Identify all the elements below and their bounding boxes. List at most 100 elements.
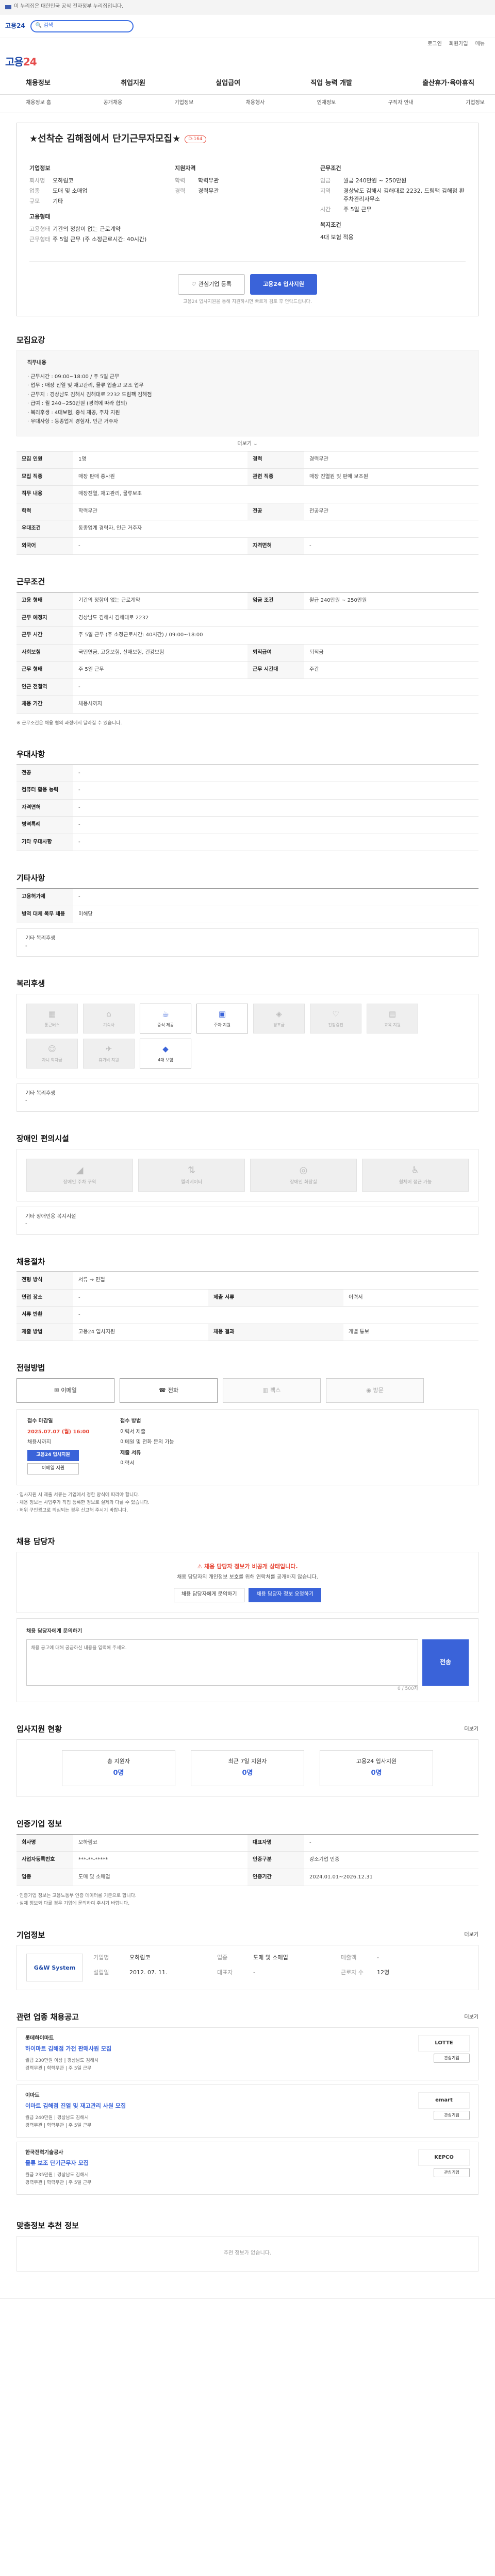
fax-icon: ▥ <box>262 1387 269 1394</box>
scrap-tag[interactable]: 관심기업 <box>434 2111 470 2121</box>
corp-field: 업종 도매 및 소매업 <box>217 1954 288 1961</box>
sub-nav-item[interactable]: 기업정보 <box>175 99 194 107</box>
toilet-icon: ◎ <box>299 1164 308 1176</box>
alert-icon: ⚠ <box>197 1563 205 1570</box>
facility-item: ◎ 장애인 화장실 <box>250 1158 357 1192</box>
stat-card: 고용24 입사지원 0명 <box>320 1750 433 1786</box>
shield-icon: ◆ <box>162 1044 169 1054</box>
sub-nav-item[interactable]: 구직자 안내 <box>388 99 414 107</box>
company-heading: 기업정보 <box>29 165 51 172</box>
child-icon: ☺ <box>48 1044 56 1054</box>
table-row: 회사명 오하림코 대표자명 - <box>16 1834 478 1852</box>
more-link[interactable]: 더보기 <box>464 1931 478 1939</box>
facility-item: ♿ 휠체어 접근 가능 <box>362 1158 469 1192</box>
manager-section: 채용 담당자 ⚠ 채용 담당자 정보가 비공개 상태입니다. 채용 담당자의 개… <box>16 1536 478 1705</box>
header-logo[interactable]: 고용24 <box>5 22 25 30</box>
disab-section: 장애인 편의시설 ◢ 장애인 주차 구역 ⇅ 엘리베이터 ◎ 장애인 화장실 ♿ 휠체어 접근… <box>16 1133 478 1238</box>
search-input[interactable]: 🔍 검색 <box>30 20 134 32</box>
table-row: 모집 인원 1명 경력 경력무관 <box>16 451 478 469</box>
scrap-button[interactable]: ♡ 관심기업 등록 <box>178 274 245 295</box>
apply-method-button[interactable]: ☎ 전화 <box>120 1378 218 1403</box>
sub-nav-item[interactable]: 인재정보 <box>317 99 336 107</box>
requirements-table: 모집 인원 1명 경력 경력무관 모집 직종 매장 판매 종사원 관련 직종 매장 진열원 및… <box>16 451 478 555</box>
login-link[interactable]: 로그인 <box>427 41 442 48</box>
nav-item[interactable]: 직업 능력 개발 <box>310 79 352 89</box>
chevron-down-icon: ⌄ <box>253 440 258 447</box>
car-icon: ▣ <box>218 1009 226 1019</box>
table-row: 전형 방식 서류 → 면접 <box>16 1272 478 1290</box>
email-apply-button[interactable]: 이메일 지원 <box>27 1463 79 1475</box>
apply-24-button[interactable]: 고용24 입사지원 <box>27 1449 79 1461</box>
scrap-tag[interactable]: 관심기업 <box>434 2168 470 2178</box>
book-icon: ▤ <box>388 1009 397 1019</box>
table-row: 우대조건 동종업계 경력자, 인근 거주자 <box>16 520 478 538</box>
nav-item[interactable]: 채용정보 <box>26 79 51 89</box>
plane-icon: ✈ <box>105 1044 112 1054</box>
home-icon: ⌂ <box>106 1009 111 1019</box>
apply-method-button[interactable]: ▥ 팩스 <box>223 1378 321 1403</box>
send-button[interactable]: 전송 <box>422 1639 469 1686</box>
elevator-icon: ⇅ <box>187 1164 196 1176</box>
apply-section: 전형방법 ✉ 이메일 ☎ 전화 ▥ 팩스 ◉ 방문 접수 마감일 2025.07.07 (월)… <box>16 1363 478 1518</box>
table-row: 근무 시간 주 5일 근무 (주 소정근로시간: 40시간) / 09:00~18… <box>16 626 478 645</box>
benefit-item: ◈ 경조금 <box>253 1003 305 1033</box>
table-row: 고용 형태 기간의 정함이 없는 근로계약 임금 조건 월급 240만원 ~ 250만… <box>16 592 478 610</box>
nav-item[interactable]: 취업지원 <box>121 79 145 89</box>
wheelchair-icon: ♿ <box>411 1164 420 1176</box>
table-row: 서류 반환 - <box>16 1306 478 1324</box>
cert-table: 회사명 오하림코 대표자명 - 사업자등록번호 ***-**-***** 인증구분 강소기업 … <box>16 1834 478 1887</box>
table-row: 기타 우대사항 - <box>16 834 478 852</box>
cup-icon: ☕ <box>162 1009 169 1019</box>
more-link[interactable]: 더보기 <box>464 1726 478 1734</box>
table-row: 면접 장소 - 제출 서류 이력서 <box>16 1289 478 1307</box>
qual-heading: 지원자격 <box>175 165 196 172</box>
gift-icon: ◈ <box>276 1009 282 1019</box>
sub-nav-item[interactable]: 채용정보 홈 <box>26 99 51 107</box>
job-card[interactable]: 한국전력기술공사 물류 보조 단기근무자 모집 월급 235만원 | 경상남도 김해… <box>16 2142 478 2195</box>
apply-method-button[interactable]: ◉ 방문 <box>326 1378 424 1403</box>
table-row: 외국어 - 자격면허 - <box>16 537 478 555</box>
visit-icon: ◉ <box>366 1387 371 1394</box>
table-row: 모집 직종 매장 판매 종사원 관련 직종 매장 진열원 및 판매 보조원 <box>16 468 478 486</box>
extra-table: 전공 - 컴퓨터 활용 능력 - 자격면허 - 병역특례 - 기타 우대사항 - <box>16 764 478 852</box>
table-row: 사업자등록번호 ***-**-***** 인증구분 강소기업 인증 <box>16 1851 478 1869</box>
table-row: 고용허가제 - <box>16 888 478 906</box>
table-row: 학력 학력무관 전공 전공무관 <box>16 503 478 521</box>
sub-nav-item[interactable]: 채용행사 <box>246 99 265 107</box>
menu-link[interactable]: 메뉴 <box>475 41 485 48</box>
main-logo[interactable]: 고용24 <box>0 50 495 73</box>
sub-nav-item[interactable]: 공개채용 <box>103 99 122 107</box>
nav-item[interactable]: 실업급여 <box>216 79 240 89</box>
benefit-item: ▣ 주차 지원 <box>196 1003 248 1033</box>
heart-icon: ♡ <box>332 1009 339 1019</box>
phone-icon: ☎ <box>159 1387 166 1394</box>
table-row: 업종 도매 및 소매업 인증기간 2024.01.01~2026.12.31 <box>16 1869 478 1887</box>
request-button[interactable]: 채용 담당자 정보 요청하기 <box>249 1587 322 1602</box>
top-header: 고용24 🔍 검색 <box>0 14 495 38</box>
benefit-item: ▦ 통근버스 <box>26 1003 78 1033</box>
inquiry-textarea[interactable] <box>26 1639 418 1686</box>
nav-item[interactable]: 출산휴가·육아휴직 <box>422 79 474 89</box>
apply-method-button[interactable]: ✉ 이메일 <box>16 1378 114 1403</box>
table-row: 인근 전철역 - <box>16 679 478 697</box>
signup-link[interactable]: 회원가입 <box>449 41 468 48</box>
table-row: 사회보험 국민연금, 고용보험, 산재보험, 건강보험 퇴직급여 퇴직금 <box>16 644 478 662</box>
corp-field: 매출액 - <box>341 1954 379 1961</box>
job-card[interactable]: 롯데하이마트 하이마트 김해점 가전 판매사원 모집 월급 230만원 이상 | 경… <box>16 2027 478 2081</box>
job-card[interactable]: 이마트 이마트 김해점 진열 및 재고관리 사원 모집 월급 240만원 | 경상남… <box>16 2084 478 2138</box>
corp-field: 근로자 수 12명 <box>341 1969 390 1976</box>
inquiry-button[interactable]: 채용 담당자에게 문의하기 <box>173 1587 245 1602</box>
table-row: 직무 내용 매장진열, 재고관리, 물류보조 <box>16 485 478 503</box>
sub-nav-item[interactable]: 기업정보 <box>466 99 485 107</box>
gov-banner: 이 누리집은 대한민국 공식 전자정부 누리집입니다. <box>0 0 495 14</box>
scrap-tag[interactable]: 관심기업 <box>434 2054 470 2063</box>
more-button[interactable]: 더보기 ⌄ <box>16 436 478 448</box>
work-table: 고용 형태 기간의 정함이 없는 근로계약 임금 조건 월급 240만원 ~ 250만… <box>16 592 478 714</box>
heart-icon: ♡ <box>191 280 196 287</box>
benefit-item: ☕ 중식 제공 <box>140 1003 191 1033</box>
benefit-item: ⌂ 기숙사 <box>83 1003 135 1033</box>
apply-button[interactable]: 고용24 입사지원 <box>250 274 317 295</box>
benefit-item: ♡ 건강검진 <box>310 1003 361 1033</box>
more-link[interactable]: 더보기 <box>464 2014 478 2022</box>
applicants-section: 입사지원 현황 더보기 총 지원자 0명 최근 7일 지원자 0명 고용24 입사지원 0명 <box>16 1724 478 1800</box>
